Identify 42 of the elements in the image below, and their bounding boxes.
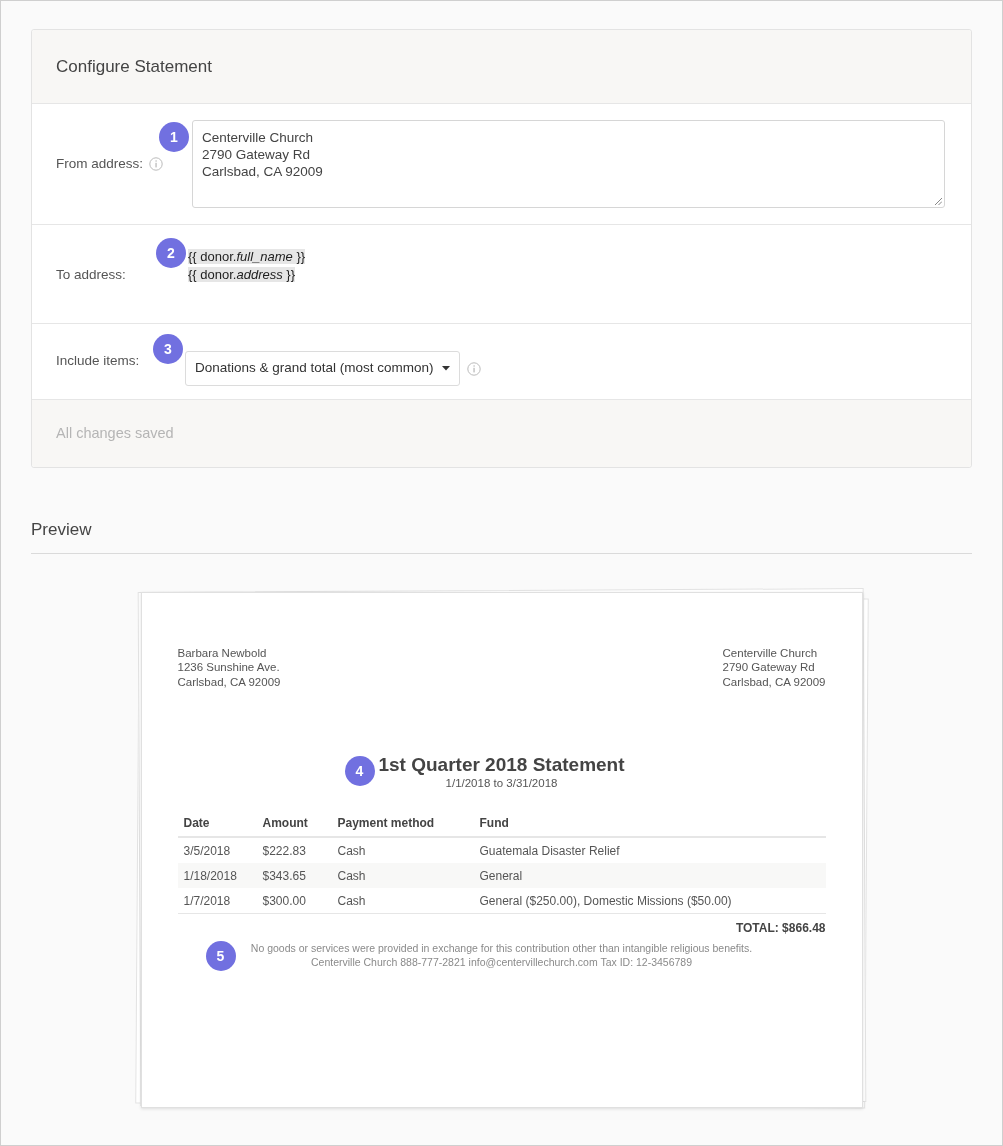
table-cell-text: $343.65	[262, 867, 307, 885]
column-header: Amount	[262, 815, 309, 832]
table-cell-text: Cash	[337, 867, 367, 885]
table-cell-text: General ($250.00), Domestic Missions ($50.00)	[479, 892, 733, 910]
callout-marker: 3	[153, 334, 183, 364]
column-header: Date	[182, 815, 211, 832]
table-cell-text: Cash	[337, 842, 367, 860]
statement-period: 1/1/2018 to 3/31/2018	[445, 776, 558, 790]
contact-info: Centerville Church 888-777-2821 info@centervillechurch.com Tax ID: 12-3456789	[310, 955, 693, 969]
save-status: All changes saved	[56, 423, 174, 443]
donor-address: Barbara Newbold 1236 Sunshine Ave. Carlsbad, CA 92009	[177, 645, 281, 689]
table-cell-text: 3/5/2018	[182, 842, 232, 860]
field-label: From address:	[56, 154, 144, 173]
column-header: Fund	[479, 815, 510, 832]
field-label: Include items:	[56, 352, 140, 371]
callout-marker: 4	[344, 756, 375, 786]
address-field[interactable]: Centerville Church 2790 Gateway Rd Carlsbad, CA 92009	[192, 120, 945, 208]
church-address: Centerville Church 2790 Gateway Rd Carlsbad, CA 92009	[722, 645, 826, 689]
table-cell-text: $222.83	[262, 842, 307, 860]
table-cell-text: 1/7/2018	[182, 892, 232, 910]
card-title: Configure Statement	[56, 55, 212, 78]
statement-total: TOTAL: $866.48	[735, 920, 826, 937]
field-label: To address:	[56, 265, 126, 284]
statement-title: 1st Quarter 2018 Statement	[378, 754, 625, 776]
info-icon[interactable]	[149, 157, 164, 171]
callout-marker: 2	[156, 238, 186, 268]
include-items-select[interactable]: Donations & grand total (most common)	[185, 351, 460, 386]
column-header: Payment method	[337, 815, 436, 832]
table-cell-text: General	[479, 867, 524, 885]
table-cell-text: 1/18/2018	[182, 867, 238, 885]
template-variable: {{ donor.full_name }}	[188, 249, 306, 264]
table-cell-text: Guatemala Disaster Relief	[479, 842, 621, 860]
callout-marker: 5	[205, 941, 236, 971]
caret-icon	[441, 366, 450, 371]
section-heading: Preview	[31, 520, 92, 539]
resize-grip-icon[interactable]	[935, 198, 942, 205]
callout-marker: 1	[159, 122, 189, 152]
table-cell-text: $300.00	[262, 892, 307, 910]
disclaimer-text: No goods or services were provided in exchange for this contribution other than intangible religious benefits.	[250, 941, 753, 955]
info-icon[interactable]	[466, 361, 481, 376]
template-variable: {{ donor.address }}	[188, 267, 295, 282]
table-cell-text: Cash	[337, 892, 367, 910]
